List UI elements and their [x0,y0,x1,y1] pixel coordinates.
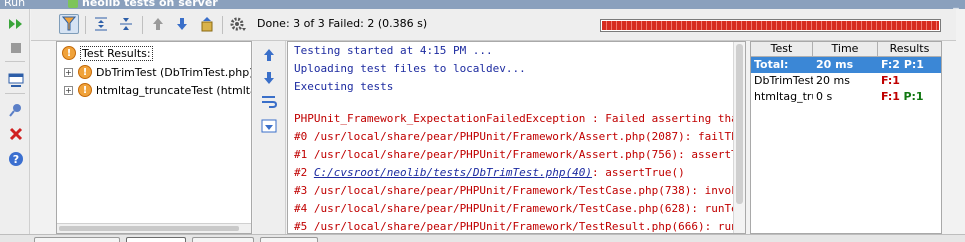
table-row[interactable]: Total: 20 ms F:2 P:1 [751,57,941,73]
test-runner-toolbar: Done: 3 of 3 Failed: 2 (0.386 s) [31,9,956,41]
table-row[interactable]: DbTrimTest 20 ms F:1 [751,73,941,89]
stop-icon[interactable] [7,39,24,56]
error-icon: ! [78,65,92,79]
previous-failed-icon[interactable] [148,14,168,34]
left-action-toolbar: ? [0,9,30,234]
hide-window-icon[interactable]: _ [949,0,963,9]
layout-icon[interactable] [7,71,24,88]
cell-time: 20 ms [816,58,854,71]
tree-item-label: htmltag_truncateTest (htmltag_truncateTe… [96,83,251,97]
cell-results: F:2 P:1 [878,57,941,73]
cell-time: 20 ms [816,74,850,87]
collapse-all-icon[interactable] [116,14,136,34]
filter-passed-icon[interactable] [59,14,79,34]
console-line-suffix: : assertTrue() [592,166,685,179]
close-icon[interactable] [7,125,24,142]
test-progress-bar [600,19,941,32]
bottom-tab[interactable] [192,237,254,242]
column-header-time[interactable]: Time elapsed [813,42,878,69]
fail-count: F:1 [881,90,900,103]
bottom-tab[interactable] [260,237,318,242]
expand-all-icon[interactable] [91,14,111,34]
scroll-to-end-icon[interactable] [260,117,278,135]
tree-item[interactable]: + ! htmltag_truncateTest (htmltag_trunca… [64,81,251,99]
console-line: Executing tests [294,80,394,93]
column-header-results[interactable]: Results [878,42,941,57]
tool-window-titlebar: Run neolib tests on server _ [0,0,965,9]
test-status-summary: Done: 3 of 3 Failed: 2 (0.386 s) [257,17,428,30]
help-icon[interactable]: ? [7,150,24,167]
column-header-test[interactable]: Test [751,42,813,57]
fail-count: F:2 [881,58,900,71]
run-config-title: neolib tests on server [82,0,218,9]
tree-root[interactable]: ! Test Results: [62,44,153,62]
console-line: #2 C:/cvsroot/neolib/tests/DbTrimTest.ph… [294,166,685,179]
bottom-tool-tabs [0,234,965,242]
console-vertical-scrollbar[interactable] [733,42,745,233]
console-line: #4 /usr/local/share/pear/PHPUnit/Framewo… [294,202,746,215]
cell-test: DbTrimTest [754,74,813,87]
statistics-table: Test Time elapsed Results Total: 20 ms F… [750,41,942,234]
cell-time: 0 s [816,90,833,103]
up-stack-trace-icon[interactable] [260,46,278,64]
tree-horizontal-scrollbar[interactable] [57,223,251,233]
source-file-link[interactable]: C:/cvsroot/neolib/tests/DbTrimTest.php(4… [314,166,592,179]
run-config-icon [68,0,78,8]
soft-wrap-icon[interactable] [260,92,278,110]
expand-toggle-icon[interactable]: + [64,67,73,77]
export-results-icon[interactable] [197,14,217,34]
bottom-tab[interactable] [34,237,120,242]
fail-count: F:1 [881,74,900,87]
pin-icon[interactable] [7,101,24,118]
error-icon: ! [78,83,92,97]
svg-text:?: ? [12,153,18,166]
table-row[interactable]: htmltag_truncateTest 0 s F:1 P:1 [751,89,941,105]
cell-results: F:1 [878,73,941,89]
console-line-prefix: #2 [294,166,314,179]
pass-count: P:1 [903,90,924,103]
tool-window-tab-label[interactable]: Run [4,0,25,9]
bottom-tab[interactable] [126,237,186,242]
console-line: Testing started at 4:15 PM ... [294,44,493,57]
console-line: #1 /usr/local/share/pear/PHPUnit/Framewo… [294,148,746,161]
console-toolbar [253,41,286,234]
tree-item-label: DbTrimTest (DbTrimTest.php) [96,65,252,79]
console-line: Uploading test files to localdev... [294,62,526,75]
console-line: PHPUnit_Framework_ExpectationFailedExcep… [294,112,745,125]
console-line: #0 /usr/local/share/pear/PHPUnit/Framewo… [294,130,746,143]
right-edge-strip [943,41,965,234]
next-failed-icon[interactable] [172,14,192,34]
expand-toggle-icon[interactable]: + [64,85,73,95]
tree-root-label: Test Results: [80,45,153,61]
down-stack-trace-icon[interactable] [260,69,278,87]
cell-test: htmltag_truncateTest [754,90,813,103]
console-output[interactable]: Testing started at 4:15 PM ... Uploading… [287,41,746,234]
rerun-icon[interactable] [7,15,24,32]
console-line: #5 /usr/local/share/pear/PHPUnit/Framewo… [294,220,746,233]
pass-count: P:1 [903,58,924,71]
cell-test: Total: [754,58,789,71]
progress-fill [602,21,939,30]
console-line: #3 /usr/local/share/pear/PHPUnit/Framewo… [294,184,746,197]
settings-gear-icon[interactable] [228,14,248,34]
cell-results: F:1 P:1 [878,89,941,105]
error-icon: ! [62,46,76,60]
tree-item[interactable]: + ! DbTrimTest (DbTrimTest.php) [64,63,252,81]
test-results-tree: ! Test Results: + ! DbTrimTest (DbTrimTe… [56,41,252,234]
